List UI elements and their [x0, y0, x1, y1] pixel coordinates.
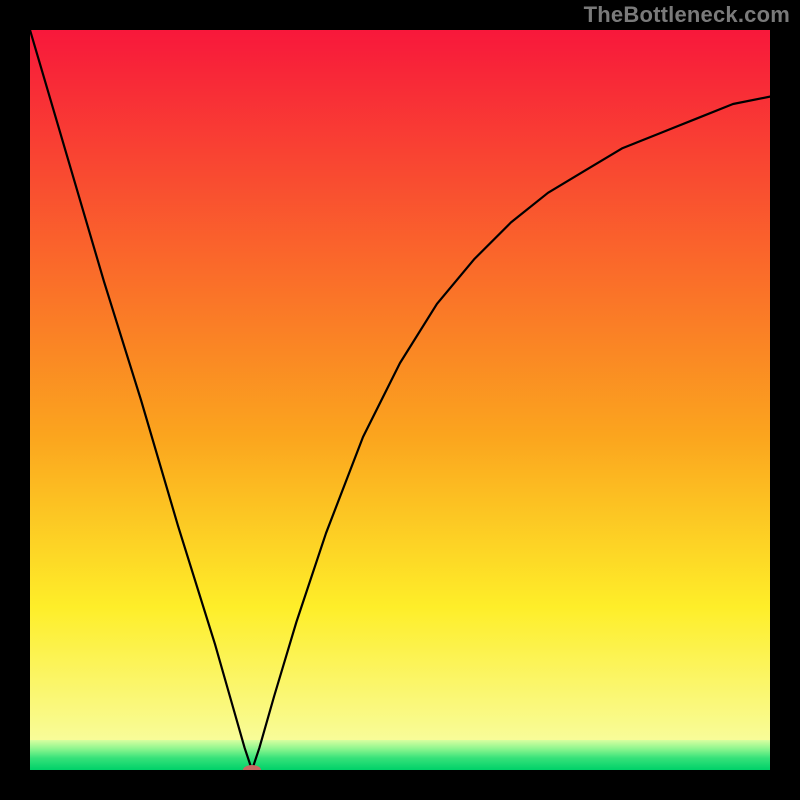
plot-area: [30, 30, 770, 770]
watermark-text: TheBottleneck.com: [584, 2, 790, 28]
optimal-point-marker: [243, 765, 261, 770]
bottleneck-curve: [30, 30, 770, 770]
chart-frame: TheBottleneck.com: [0, 0, 800, 800]
